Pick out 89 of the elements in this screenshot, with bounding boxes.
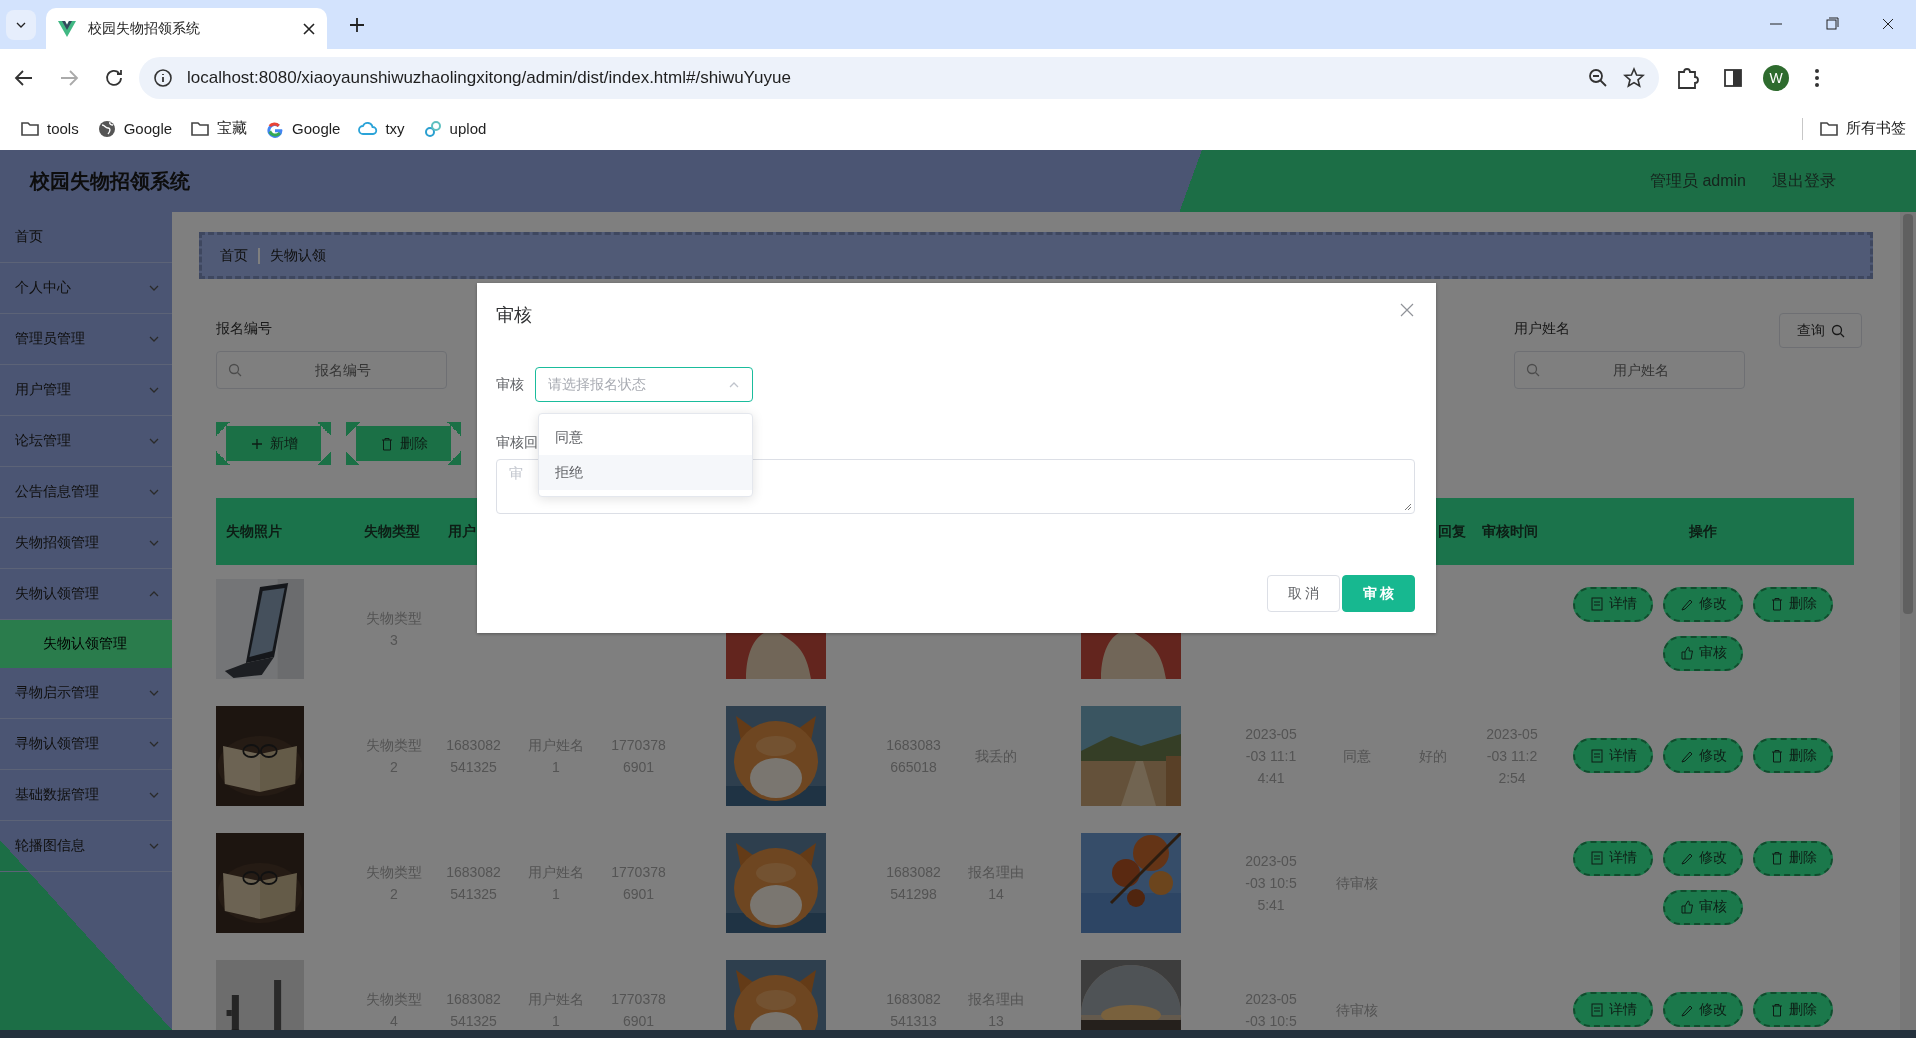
- row-action-button[interactable]: 详情: [1573, 738, 1653, 773]
- document-icon: [1589, 748, 1604, 763]
- bookmark[interactable]: 所有书签: [1811, 114, 1914, 143]
- star-icon[interactable]: [1623, 67, 1645, 89]
- field-label: 用户姓名: [1514, 319, 1571, 338]
- sidebar-item[interactable]: 寻物启示管理: [0, 668, 172, 719]
- bookmark[interactable]: txy: [350, 114, 413, 143]
- bookmark[interactable]: uplod: [414, 114, 495, 143]
- search-icon: [1526, 363, 1540, 377]
- breadcrumb-item[interactable]: 首页: [220, 246, 248, 265]
- row-action-button[interactable]: 修改: [1663, 992, 1743, 1027]
- row-action-button[interactable]: 修改: [1663, 586, 1743, 622]
- tab-title: 校园失物招领系统: [88, 19, 201, 38]
- row-action-button[interactable]: 修改: [1663, 840, 1743, 876]
- breadcrumb-item: 失物认领: [270, 246, 326, 265]
- thumb-up-icon: [1679, 646, 1694, 660]
- query-button[interactable]: 查询: [1779, 313, 1862, 348]
- trash-icon: [379, 436, 394, 451]
- search-icon: [1830, 323, 1845, 338]
- trash-icon: [1769, 1002, 1784, 1017]
- info-icon[interactable]: [153, 68, 173, 88]
- column-header: 失物类型: [364, 522, 420, 539]
- column-header: 失物照片: [226, 522, 282, 539]
- form-label: 审核: [496, 375, 525, 394]
- scrollbar[interactable]: [1900, 212, 1916, 1030]
- column-header: 回复: [1438, 522, 1466, 539]
- row-action-button[interactable]: 删除: [1753, 992, 1833, 1027]
- user-label: 管理员 admin: [1649, 170, 1746, 191]
- document-icon: [1589, 1002, 1604, 1017]
- link-icon: [422, 118, 443, 139]
- sidebar-subitem[interactable]: 失物认领管理: [0, 620, 172, 668]
- trash-icon: [1769, 597, 1784, 611]
- sidebar-item[interactable]: 用户管理: [0, 365, 172, 416]
- globe-icon: [96, 118, 117, 139]
- dropdown-option[interactable]: 同意: [539, 420, 752, 455]
- field-label: 报名编号: [216, 319, 273, 338]
- submit-button[interactable]: 审 核: [1342, 575, 1415, 612]
- document-icon: [1589, 851, 1604, 865]
- plus-icon: [249, 436, 264, 451]
- row-action-button[interactable]: 删除: [1753, 738, 1833, 773]
- zoom-out-icon[interactable]: [1587, 67, 1609, 89]
- dialog-title: 审核: [496, 304, 533, 327]
- column-header: 审核时间: [1482, 522, 1538, 539]
- sidebar-item[interactable]: 失物招领管理: [0, 518, 172, 569]
- trash-icon: [1769, 851, 1784, 865]
- tab-search-button[interactable]: [6, 10, 36, 40]
- bookmark[interactable]: tools: [12, 114, 87, 143]
- browser-tab[interactable]: 校园失物招领系统: [46, 8, 327, 49]
- pencil-icon: [1679, 597, 1694, 611]
- column-header: 操作: [1689, 522, 1717, 539]
- sidebar-item[interactable]: 基础数据管理: [0, 770, 172, 821]
- row-action-button[interactable]: 详情: [1573, 840, 1653, 876]
- address-bar[interactable]: localhost:8080/xiaoyaunshiwuzhaolingxitong/admin/dist/index.html#/shiwuYuyue: [139, 57, 1659, 99]
- row-action-button[interactable]: 删除: [1753, 586, 1833, 622]
- pencil-icon: [1679, 851, 1694, 865]
- search-icon: [228, 363, 242, 377]
- logout-link[interactable]: 退出登录: [1772, 170, 1836, 192]
- search-field[interactable]: 用户姓名: [1514, 351, 1745, 389]
- bookmark[interactable]: 宝藏: [182, 114, 256, 143]
- app-title: 校园失物招领系统: [30, 168, 190, 194]
- sidebar-item[interactable]: 管理员管理: [0, 314, 172, 365]
- v-logo-icon: [58, 20, 76, 37]
- document-icon: [1589, 597, 1604, 611]
- bookmark[interactable]: Google: [88, 114, 181, 143]
- trash-icon: [1769, 748, 1784, 763]
- dropdown-option[interactable]: 拒绝: [539, 455, 752, 490]
- row-action-button[interactable]: 删除: [1753, 840, 1833, 876]
- sidebar-item[interactable]: 公告信息管理: [0, 467, 172, 518]
- sidebar-item[interactable]: 首页: [0, 212, 172, 263]
- row-action-button[interactable]: 详情: [1573, 992, 1653, 1027]
- close-icon[interactable]: [303, 22, 315, 35]
- row-action-button[interactable]: 审核: [1663, 889, 1743, 925]
- sidebar-item[interactable]: 轮播图信息: [0, 821, 172, 872]
- status-select[interactable]: 请选择报名状态: [535, 367, 753, 402]
- resize-grip-icon: [1403, 502, 1412, 511]
- row-action-button[interactable]: 修改: [1663, 738, 1743, 773]
- url-text: localhost:8080/xiaoyaunshiwuzhaolingxitong/admin/dist/index.html#/shiwuYuyue: [187, 68, 791, 88]
- thumb-up-icon: [1679, 900, 1694, 914]
- sidebar-item[interactable]: 寻物认领管理: [0, 719, 172, 770]
- search-field[interactable]: 报名编号: [216, 351, 447, 389]
- form-label: 审核回: [496, 433, 538, 452]
- profile-avatar[interactable]: W: [1763, 65, 1789, 91]
- bookmark[interactable]: Google: [257, 114, 349, 143]
- sidebar-item[interactable]: 个人中心: [0, 263, 172, 314]
- column-header: 用户: [448, 522, 476, 539]
- row-action-button[interactable]: 详情: [1573, 586, 1653, 622]
- cancel-button[interactable]: 取 消: [1267, 575, 1340, 612]
- row-action-button[interactable]: 审核: [1663, 635, 1743, 671]
- sidebar-item[interactable]: 论坛管理: [0, 416, 172, 467]
